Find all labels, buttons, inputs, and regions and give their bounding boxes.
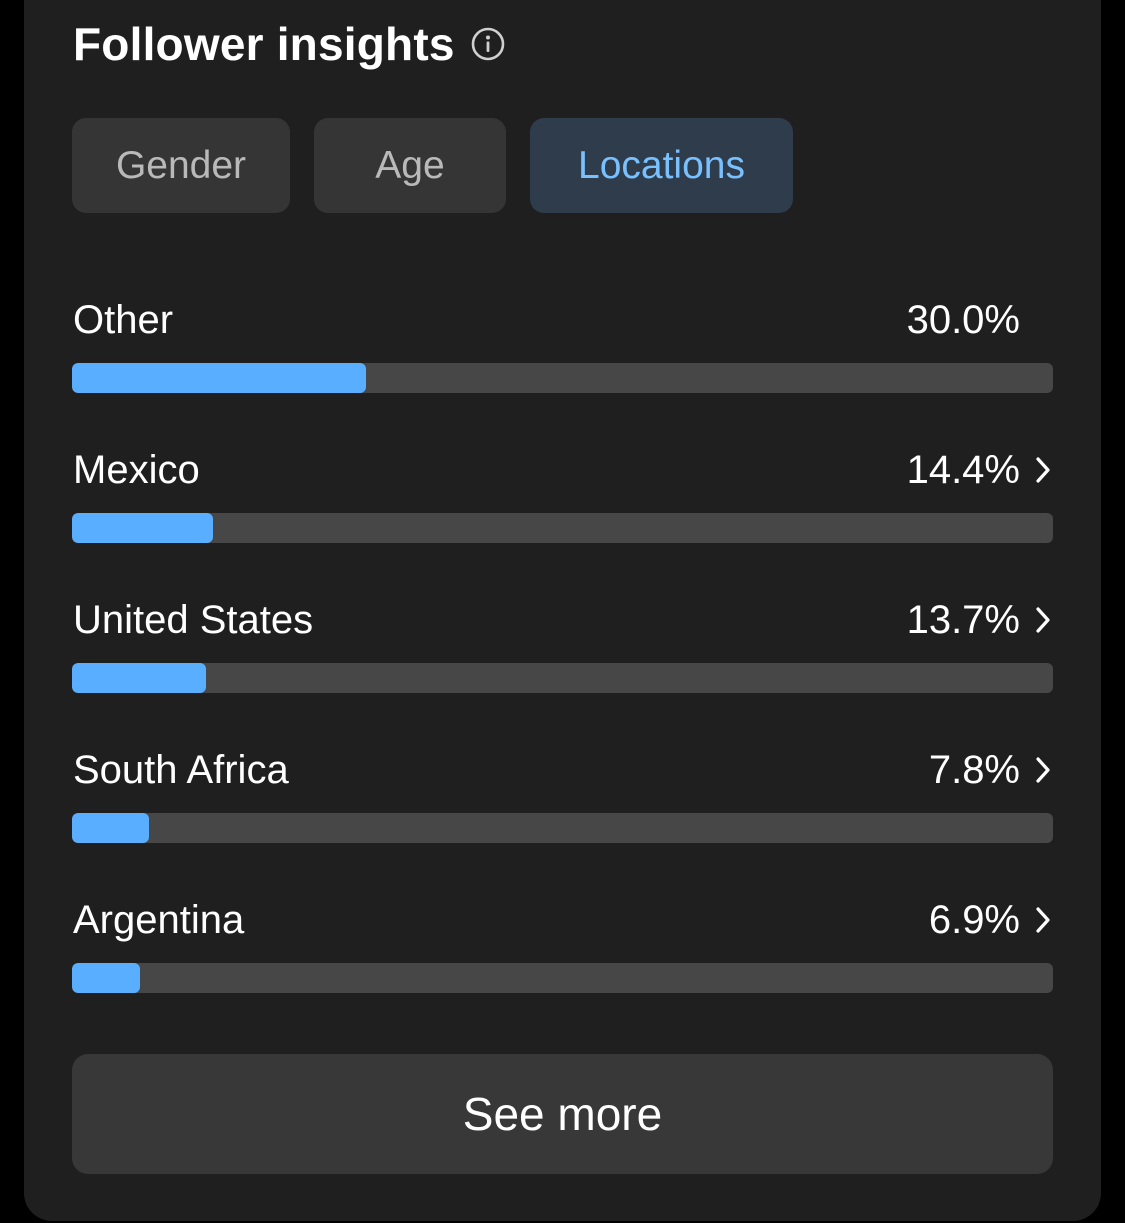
progress-fill bbox=[72, 363, 367, 393]
insight-tabs: Gender Age Locations bbox=[72, 118, 817, 213]
progress-track bbox=[72, 363, 1053, 393]
location-percent: 30.0% bbox=[906, 298, 1020, 342]
progress-fill bbox=[72, 513, 214, 543]
location-row-other: Other 30.0% bbox=[72, 297, 1053, 397]
location-percent: 13.7% bbox=[906, 598, 1020, 642]
progress-track bbox=[72, 963, 1053, 993]
location-name: Other bbox=[73, 298, 174, 342]
tab-age[interactable]: Age bbox=[314, 118, 506, 213]
chevron-right-icon[interactable] bbox=[1033, 455, 1053, 485]
location-name: United States bbox=[73, 598, 314, 642]
location-name: Argentina bbox=[73, 898, 245, 942]
location-name: South Africa bbox=[73, 748, 289, 792]
info-circle-icon[interactable] bbox=[471, 27, 505, 61]
progress-fill bbox=[72, 663, 207, 693]
location-percent: 7.8% bbox=[928, 748, 1020, 792]
progress-track bbox=[72, 513, 1053, 543]
progress-fill bbox=[72, 963, 140, 993]
chevron-right-icon[interactable] bbox=[1033, 905, 1053, 935]
location-row-south-africa[interactable]: South Africa 7.8% bbox=[72, 747, 1053, 847]
tab-gender[interactable]: Gender bbox=[72, 118, 290, 213]
see-more-button[interactable]: See more bbox=[72, 1054, 1053, 1174]
location-name: Mexico bbox=[73, 448, 200, 492]
location-row-mexico[interactable]: Mexico 14.4% bbox=[72, 447, 1053, 547]
location-percent: 14.4% bbox=[906, 448, 1020, 492]
progress-track bbox=[72, 663, 1053, 693]
chevron-right-icon[interactable] bbox=[1033, 755, 1053, 785]
chevron-right-icon[interactable] bbox=[1033, 605, 1053, 635]
progress-track bbox=[72, 813, 1053, 843]
card-title: Follower insights bbox=[73, 18, 455, 70]
location-row-united-states[interactable]: United States 13.7% bbox=[72, 597, 1053, 697]
location-percent: 6.9% bbox=[928, 898, 1020, 942]
card-header: Follower insights bbox=[73, 14, 505, 74]
progress-fill bbox=[72, 813, 149, 843]
tab-locations[interactable]: Locations bbox=[530, 118, 793, 213]
location-row-argentina[interactable]: Argentina 6.9% bbox=[72, 897, 1053, 997]
